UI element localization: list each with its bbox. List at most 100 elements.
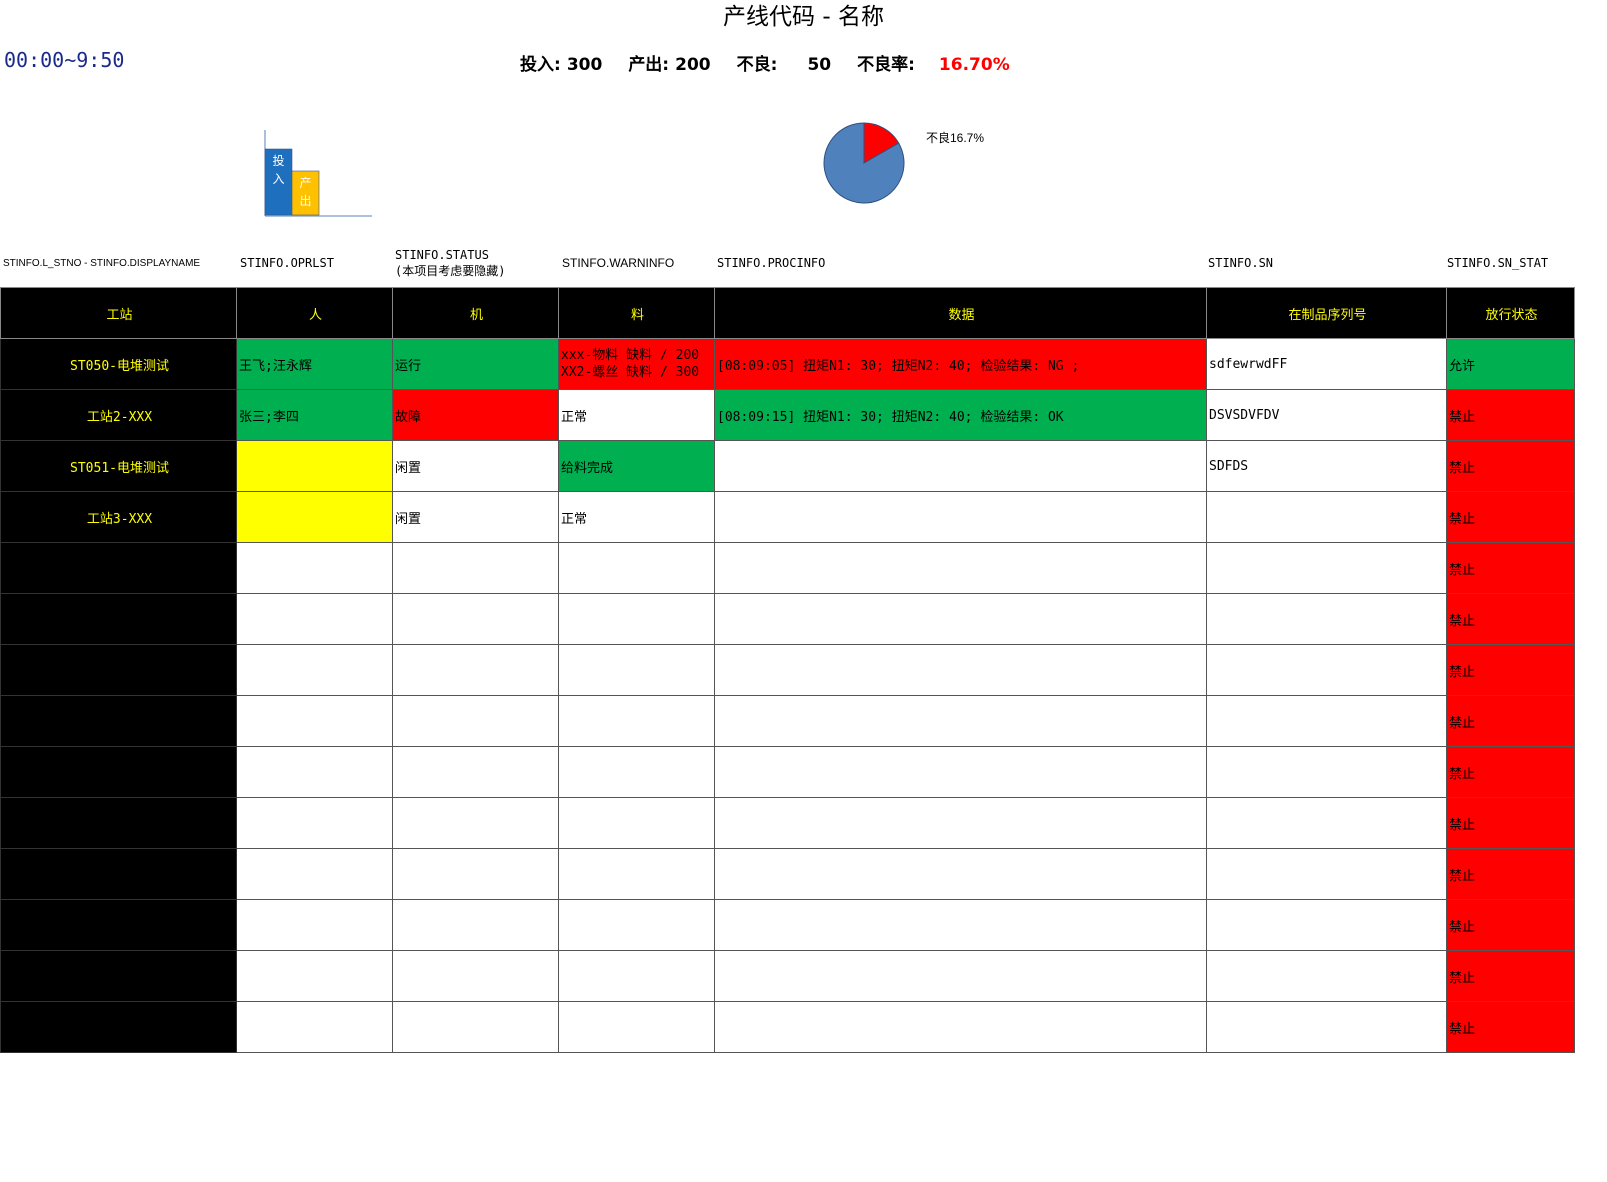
pie-slice-label: 不良16.7% xyxy=(926,130,984,145)
table-row: 禁止 xyxy=(0,899,1575,951)
station-cell xyxy=(0,797,237,849)
table-row: 禁止 xyxy=(0,950,1575,1002)
machine-cell xyxy=(392,542,559,594)
data-cell xyxy=(714,542,1207,594)
machine-cell xyxy=(392,950,559,1002)
person-cell xyxy=(236,695,393,747)
sn-cell xyxy=(1206,542,1447,594)
col-header-material: 料 xyxy=(558,287,715,339)
field-status: STINFO.STATUS (本项目考虑要隐藏) xyxy=(395,240,555,286)
person-cell: 张三;李四 xyxy=(236,389,393,441)
release-status-cell: 禁止 xyxy=(1446,644,1575,696)
sn-cell: DSVSDVFDV xyxy=(1206,389,1447,441)
release-status-cell: 禁止 xyxy=(1446,593,1575,645)
data-cell xyxy=(714,695,1207,747)
input-output-bar-chart: 投入 产出 xyxy=(264,130,372,217)
release-status-cell: 允许 xyxy=(1446,338,1575,390)
rate-value: 16.70% xyxy=(938,55,1010,75)
person-cell xyxy=(236,1001,393,1053)
col-header-station: 工站 xyxy=(0,287,237,339)
person-cell xyxy=(236,797,393,849)
release-status-cell: 禁止 xyxy=(1446,950,1575,1002)
sn-cell: SDFDS xyxy=(1206,440,1447,492)
col-header-sn: 在制品序列号 xyxy=(1206,287,1447,339)
release-status-cell: 禁止 xyxy=(1446,899,1575,951)
data-cell xyxy=(714,593,1207,645)
data-cell xyxy=(714,644,1207,696)
field-procinfo: STINFO.PROCINFO xyxy=(717,256,826,270)
table-header-row: 工站 人 机 料 数据 在制品序列号 放行状态 xyxy=(0,287,1575,339)
input-value: 300 xyxy=(566,55,603,75)
data-cell: [08:09:15] 扭矩N1: 30; 扭矩N2: 40; 检验结果: OK xyxy=(714,389,1207,441)
data-cell xyxy=(714,797,1207,849)
table-row: 禁止 xyxy=(0,593,1575,645)
material-cell xyxy=(558,746,715,798)
sn-cell xyxy=(1206,644,1447,696)
field-status-line2: (本项目考虑要隐藏) xyxy=(395,264,506,278)
station-cell xyxy=(0,542,237,594)
data-cell xyxy=(714,1001,1207,1053)
machine-cell: 闲置 xyxy=(392,491,559,543)
material-cell xyxy=(558,644,715,696)
person-cell xyxy=(236,593,393,645)
station-cell xyxy=(0,644,237,696)
person-cell xyxy=(236,440,393,492)
material-cell xyxy=(558,542,715,594)
machine-cell xyxy=(392,1001,559,1053)
material-cell xyxy=(558,950,715,1002)
machine-cell: 闲置 xyxy=(392,440,559,492)
release-status-cell: 禁止 xyxy=(1446,1001,1575,1053)
material-cell xyxy=(558,848,715,900)
input-label: 投入: xyxy=(520,55,561,75)
release-status-cell: 禁止 xyxy=(1446,797,1575,849)
person-cell xyxy=(236,746,393,798)
time-range: 00:00~9:50 xyxy=(4,48,125,72)
sn-cell xyxy=(1206,593,1447,645)
data-cell xyxy=(714,440,1207,492)
person-cell xyxy=(236,848,393,900)
station-cell xyxy=(0,1001,237,1053)
sn-cell xyxy=(1206,1001,1447,1053)
machine-cell xyxy=(392,848,559,900)
person-cell xyxy=(236,491,393,543)
release-status-cell: 禁止 xyxy=(1446,542,1575,594)
page-title: 产线代码 - 名称 xyxy=(723,4,884,30)
sn-cell xyxy=(1206,695,1447,747)
machine-cell: 运行 xyxy=(392,338,559,390)
defect-value: 50 xyxy=(807,55,832,75)
col-header-release: 放行状态 xyxy=(1446,287,1575,339)
person-cell xyxy=(236,950,393,1002)
sn-cell xyxy=(1206,797,1447,849)
material-cell: 给料完成 xyxy=(558,440,715,492)
table-row: 禁止 xyxy=(0,797,1575,849)
defect-pie-chart: 不良16.7% xyxy=(823,122,984,204)
material-line: XX2-螺丝 缺料 / 300 xyxy=(561,365,700,380)
release-status-cell: 禁止 xyxy=(1446,695,1575,747)
machine-cell xyxy=(392,644,559,696)
table-row: 工站3-XXX 闲置 正常 禁止 xyxy=(0,491,1575,543)
station-cell: ST050-电堆测试 xyxy=(0,338,237,390)
release-status-cell: 禁止 xyxy=(1446,491,1575,543)
material-line: xxx-物料 缺料 / 200 xyxy=(561,348,700,363)
data-cell xyxy=(714,746,1207,798)
table-row: ST050-电堆测试 王飞;汪永辉 运行 xxx-物料 缺料 / 200 XX2-螺丝 … xyxy=(0,338,1575,390)
station-cell xyxy=(0,746,237,798)
table-row: 禁止 xyxy=(0,1001,1575,1053)
release-status-cell: 禁止 xyxy=(1446,746,1575,798)
field-mapping-row: STINFO.L_STNO - STINFO.DISPLAYNAME STINF… xyxy=(0,240,1607,286)
data-cell xyxy=(714,848,1207,900)
col-header-person: 人 xyxy=(236,287,393,339)
station-cell: ST051-电堆测试 xyxy=(0,440,237,492)
table-row: 禁止 xyxy=(0,848,1575,900)
defect-label: 不良: xyxy=(736,55,778,75)
material-cell: 正常 xyxy=(558,389,715,441)
machine-cell xyxy=(392,746,559,798)
material-cell: xxx-物料 缺料 / 200 XX2-螺丝 缺料 / 300 xyxy=(558,338,715,390)
data-cell: [08:09:05] 扭矩N1: 30; 扭矩N2: 40; 检验结果: NG … xyxy=(714,338,1207,390)
person-cell xyxy=(236,899,393,951)
data-cell xyxy=(714,950,1207,1002)
sn-cell xyxy=(1206,950,1447,1002)
table-row: 禁止 xyxy=(0,695,1575,747)
station-cell xyxy=(0,950,237,1002)
field-sn: STINFO.SN xyxy=(1208,256,1274,270)
